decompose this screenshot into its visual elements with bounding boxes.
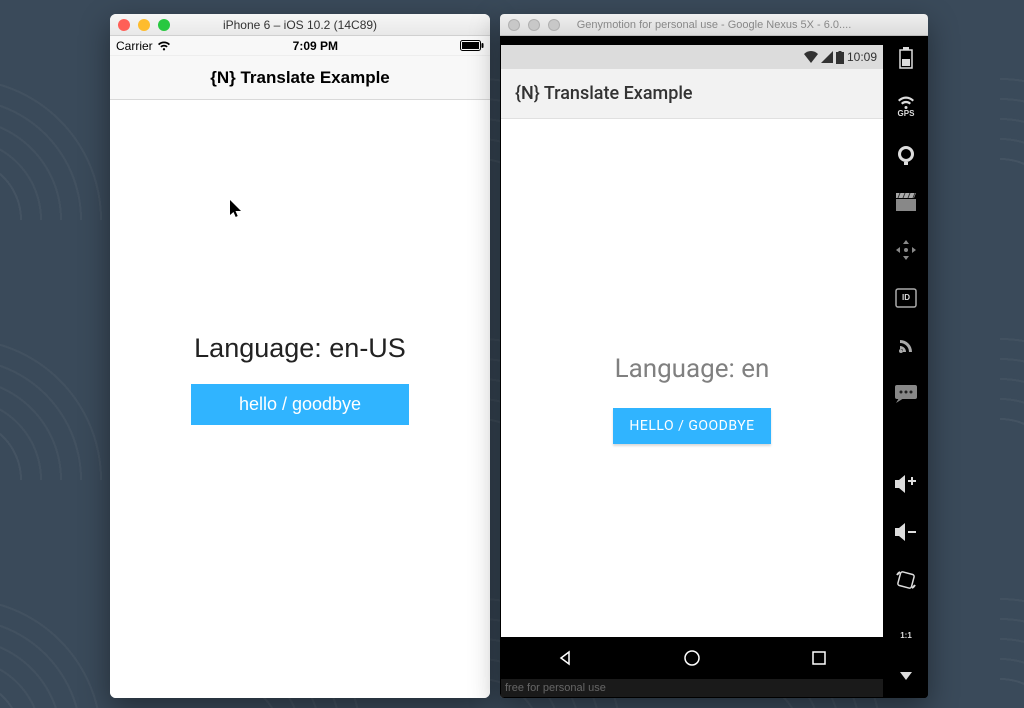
android-status-bar: 10:09	[501, 45, 883, 69]
ios-nav-bar: {N} Translate Example	[110, 56, 490, 100]
id-label: ID	[902, 294, 910, 302]
android-content-area: Language: en HELLO / GOODBYE	[501, 119, 883, 637]
zoom-icon[interactable]	[548, 19, 560, 31]
signal-icon	[821, 51, 833, 63]
toggle-language-button[interactable]: HELLO / GOODBYE	[613, 408, 770, 444]
home-button[interactable]	[681, 647, 703, 669]
toggle-language-button[interactable]: hello / goodbye	[191, 384, 409, 425]
genymotion-footer: free for personal use	[501, 679, 883, 697]
clapboard-tool-button[interactable]	[892, 188, 920, 216]
minimize-icon[interactable]	[138, 19, 150, 31]
network-tool-button[interactable]	[892, 332, 920, 360]
ios-window-titlebar[interactable]: iPhone 6 – iOS 10.2 (14C89)	[110, 14, 490, 36]
wifi-icon	[157, 41, 171, 51]
rotate-button[interactable]	[892, 566, 920, 594]
battery-icon	[836, 51, 844, 64]
genymotion-sidebar: GPS ID	[884, 36, 928, 698]
android-top-notch	[501, 37, 883, 45]
more-button[interactable]	[892, 662, 920, 690]
mouse-cursor-icon	[230, 200, 242, 223]
gps-tool-button[interactable]: GPS	[892, 92, 920, 120]
genymotion-window-title: Genymotion for personal use - Google Nex…	[500, 19, 928, 31]
ios-simulator-window: iPhone 6 – iOS 10.2 (14C89) Carrier 7:09…	[110, 14, 490, 698]
back-button[interactable]	[554, 647, 576, 669]
zoom-icon[interactable]	[158, 19, 170, 31]
scale-label: 1:1	[900, 632, 912, 640]
minimize-icon[interactable]	[528, 19, 540, 31]
gps-label: GPS	[898, 110, 915, 118]
battery-icon	[460, 40, 484, 51]
android-clock: 10:09	[847, 50, 877, 64]
ios-clock: 7:09 PM	[293, 39, 338, 53]
language-label: Language: en-US	[194, 333, 406, 364]
close-icon[interactable]	[118, 19, 130, 31]
recent-apps-button[interactable]	[808, 647, 830, 669]
close-icon[interactable]	[508, 19, 520, 31]
language-label: Language: en	[615, 354, 770, 384]
footer-text: free for personal use	[505, 682, 606, 694]
camera-tool-button[interactable]	[892, 140, 920, 168]
android-nav-bar	[501, 637, 883, 679]
volume-down-button[interactable]	[892, 518, 920, 546]
identifier-tool-button[interactable]: ID	[892, 284, 920, 312]
page-title: {N} Translate Example	[515, 83, 693, 104]
android-app-bar: {N} Translate Example	[501, 69, 883, 119]
page-title: {N} Translate Example	[210, 68, 390, 88]
scale-button[interactable]: 1:1	[892, 614, 920, 642]
genymotion-window: Genymotion for personal use - Google Nex…	[500, 14, 928, 698]
volume-up-button[interactable]	[892, 470, 920, 498]
sms-tool-button[interactable]	[892, 380, 920, 408]
carrier-label: Carrier	[116, 39, 153, 53]
android-device-screen: 10:09 {N} Translate Example Language: en…	[500, 36, 884, 698]
genymotion-titlebar[interactable]: Genymotion for personal use - Google Nex…	[500, 14, 928, 36]
dpad-tool-button[interactable]	[892, 236, 920, 264]
wifi-icon	[804, 51, 818, 63]
ios-status-bar: Carrier 7:09 PM	[110, 36, 490, 56]
battery-tool-button[interactable]	[892, 44, 920, 72]
ios-content-area: Language: en-US hello / goodbye	[110, 100, 490, 698]
